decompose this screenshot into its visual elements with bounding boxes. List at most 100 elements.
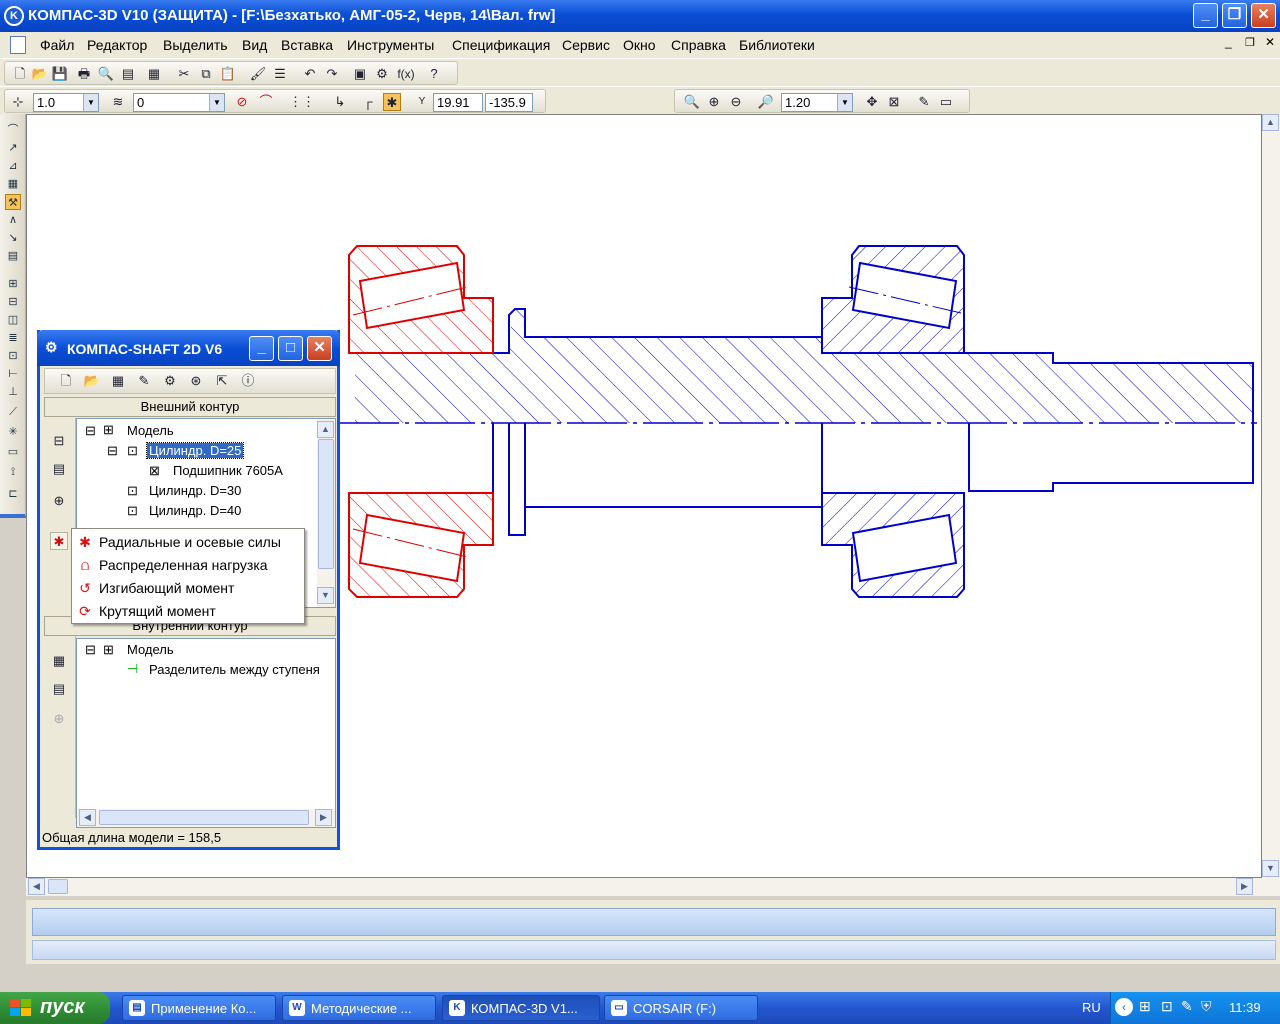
doc-minimize-icon[interactable]: _ (1225, 35, 1232, 49)
tree-scroll-down-icon[interactable]: ▼ (317, 587, 334, 604)
menu-tools[interactable]: Инструменты (347, 37, 434, 53)
doc-restore-icon[interactable]: ❐ (1245, 36, 1255, 49)
shaft-info-icon[interactable]: ⓘ (239, 372, 257, 390)
minimize-button[interactable]: _ (1193, 3, 1218, 28)
shaft-icon-3[interactable]: ◫ (5, 312, 21, 328)
menu-bending-moment[interactable]: Изгибающий момент (99, 580, 234, 596)
shaft-icon-10[interactable]: ▭ (5, 444, 21, 460)
menu-insert[interactable]: Вставка (281, 37, 333, 53)
close-button[interactable]: ✕ (1251, 3, 1276, 28)
outer-contour-header[interactable]: Внешний контур (44, 397, 336, 417)
coord-x-field[interactable]: 19.91 (433, 93, 483, 112)
menu-view[interactable]: Вид (242, 37, 267, 53)
select-icon[interactable]: ↘ (5, 230, 21, 246)
page-setup-icon[interactable]: ▦ (145, 65, 163, 83)
shaft-export-icon[interactable]: ⇱ (213, 372, 231, 390)
snap-icon[interactable]: ⊘ (233, 93, 251, 111)
collapse-icon[interactable]: ⊟ (85, 423, 96, 439)
tray-app-icon[interactable]: ✎ (1181, 998, 1193, 1015)
menu-libraries[interactable]: Библиотеки (739, 37, 815, 53)
shield-icon[interactable]: ⛨ (1201, 998, 1212, 1015)
maximize-button[interactable]: ❐ (1222, 3, 1247, 28)
edit-icon[interactable]: ▦ (5, 176, 21, 192)
shaft-icon-8[interactable]: ⟋ (5, 404, 21, 420)
tree-scroll-thumb[interactable] (318, 439, 334, 569)
menu-torque[interactable]: Крутящий момент (99, 603, 216, 619)
inner-cylinder-icon[interactable]: ▦ (50, 652, 68, 670)
local-snap-icon[interactable]: ⌒ (257, 93, 275, 111)
task-metodicheskie[interactable]: W Методические ... (282, 995, 436, 1021)
new-document-icon[interactable]: 🗋 (11, 65, 29, 83)
ortho-icon[interactable]: ┌ (359, 93, 377, 111)
tree-root-model[interactable]: Модель (127, 423, 174, 438)
shaft-settings-icon[interactable]: ⚙ (161, 372, 179, 390)
zoom-field[interactable]: 1.20 ▼ (781, 93, 853, 112)
tree-item-cylinder-d25[interactable]: Цилиндр. D=25 (145, 442, 245, 459)
shaft-icon-2[interactable]: ⊟ (5, 294, 21, 310)
scroll-down-icon[interactable]: ▼ (1262, 860, 1279, 877)
menu-distributed-load[interactable]: Распределенная нагрузка (99, 557, 268, 573)
zoom-scale-icon[interactable]: 🔎 (757, 93, 775, 111)
print-icon[interactable]: 🖶 (75, 65, 93, 83)
antivirus-icon[interactable]: ⊡ (1161, 998, 1173, 1015)
shaft-icon-4[interactable]: ≣ (5, 330, 21, 346)
redo-icon[interactable]: ↷ (323, 65, 341, 83)
zoom-out-icon[interactable]: ⊖ (727, 93, 745, 111)
horizontal-scroll-thumb[interactable] (48, 879, 68, 894)
dimensions-icon[interactable]: ↗ (5, 140, 21, 156)
doc-close-icon[interactable]: ✕ (1265, 35, 1275, 49)
zoom-dropdown-icon[interactable]: ▼ (837, 94, 852, 111)
shaft-save-icon[interactable]: ▦ (109, 372, 127, 390)
designations-icon[interactable]: ⊿ (5, 158, 21, 174)
shaft-icon-5[interactable]: ⊡ (5, 348, 21, 364)
shaft-open-icon[interactable]: 📂 (83, 372, 101, 390)
layer-dropdown-icon[interactable]: ▼ (209, 94, 224, 111)
undo-icon[interactable]: ↶ (301, 65, 319, 83)
inner-scroll-right-icon[interactable]: ▶ (315, 809, 332, 826)
print-preview-icon[interactable]: 🔍 (97, 65, 115, 83)
inner-tree[interactable]: ⊟ ⊞ Модель ⊣ Разделитель между ступеня ◀… (76, 638, 336, 828)
shaft-calc-icon[interactable]: ⊛ (187, 372, 205, 390)
layer-field[interactable]: 0 ▼ (133, 93, 225, 112)
tree-scroll-up-icon[interactable]: ▲ (317, 421, 334, 438)
shaft-icon-6[interactable]: ⊢ (5, 366, 21, 382)
inner-tree-root-model[interactable]: Модель (127, 642, 174, 657)
local-cs-icon[interactable]: ↳ (331, 93, 349, 111)
round-icon[interactable]: ✱ (383, 93, 401, 111)
cursor-step-icon[interactable]: ⊹ (9, 93, 27, 111)
show-all-icon[interactable]: ⊠ (885, 93, 903, 111)
element-tool-icon[interactable]: ⊕ (50, 492, 68, 510)
menu-radial-axial-forces[interactable]: Радиальные и осевые силы (99, 534, 281, 550)
hatch-tool-icon[interactable]: ▤ (50, 460, 68, 478)
shaft-icon-7[interactable]: ⊥ (5, 384, 21, 400)
zoom-window-icon[interactable]: 🔍 (683, 93, 701, 111)
layers-icon[interactable]: ≋ (109, 93, 127, 111)
shaft-icon-11[interactable]: ⟟ (5, 464, 21, 480)
pan-icon[interactable]: ✥ (863, 93, 881, 111)
step-field[interactable]: 1.0 ▼ (33, 93, 99, 112)
inner-element-icon[interactable]: ⊕ (50, 710, 68, 728)
manager-icon[interactable]: ▣ (351, 65, 369, 83)
properties-icon[interactable]: ▤ (119, 65, 137, 83)
scroll-right-icon[interactable]: ▶ (1236, 878, 1253, 895)
vertical-scrollbar[interactable]: ▲ ▼ (1262, 114, 1280, 878)
library-manager-icon[interactable]: ⚙ (373, 65, 391, 83)
inner-scroll-left-icon[interactable]: ◀ (79, 809, 96, 826)
scroll-left-icon[interactable]: ◀ (28, 878, 45, 895)
zoom-in-icon[interactable]: ⊕ (705, 93, 723, 111)
menu-file[interactable]: Файл (40, 37, 74, 53)
menu-select[interactable]: Выделить (163, 37, 228, 53)
shaft-icon-1[interactable]: ⊞ (5, 276, 21, 292)
copy-icon[interactable]: ⧉ (197, 65, 215, 83)
tree-item-bearing[interactable]: Подшипник 7605A (173, 463, 283, 478)
inner-hatch-icon[interactable]: ▤ (50, 680, 68, 698)
shaft-close-button[interactable]: ✕ (307, 336, 332, 361)
inner-collapse-icon[interactable]: ⊟ (85, 642, 96, 658)
tree-item-cylinder-d30[interactable]: Цилиндр. D=30 (149, 483, 241, 498)
start-button[interactable]: пуск (0, 992, 110, 1024)
cylinder-tool-icon[interactable]: ⊟ (50, 432, 68, 450)
menu-service[interactable]: Сервис (562, 37, 610, 53)
save-icon[interactable]: 💾 (51, 65, 69, 83)
geometry-icon[interactable]: ⌒ (5, 122, 21, 138)
shaft-edit-icon[interactable]: ✎ (135, 372, 153, 390)
